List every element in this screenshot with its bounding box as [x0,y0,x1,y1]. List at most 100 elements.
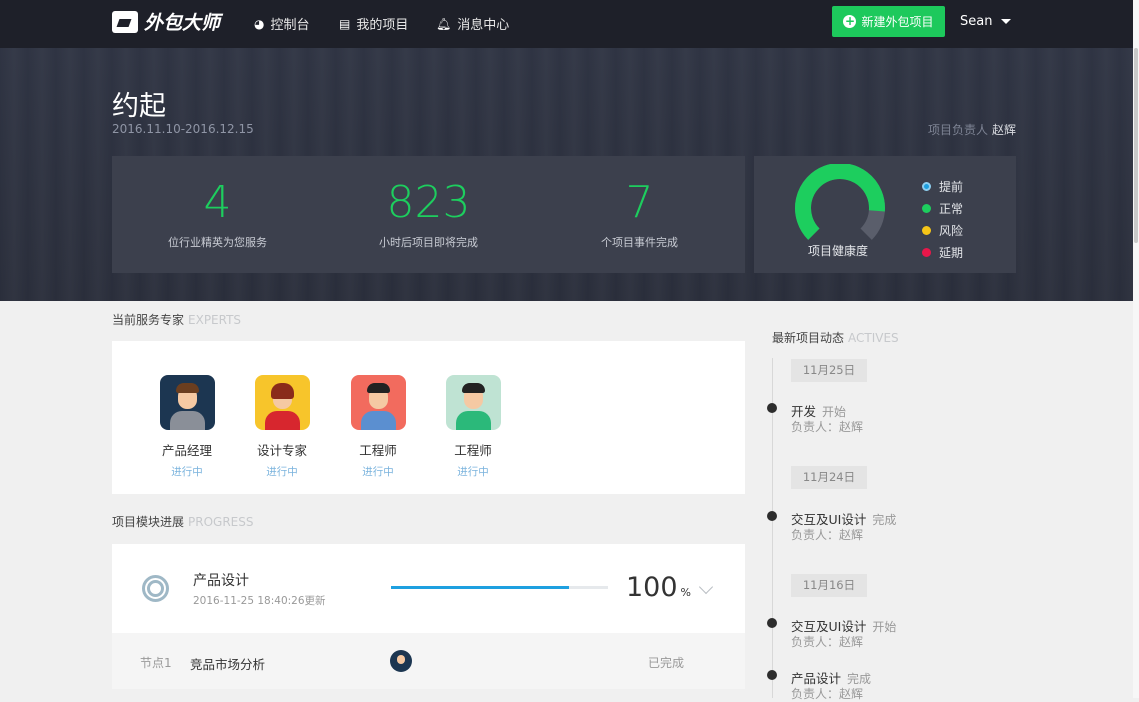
stat-events: 7 个项目事件完成 [534,176,745,250]
timeline-date: 11月25日 [791,359,867,382]
expert-card[interactable]: 设计专家 进行中 [242,375,322,479]
legend-item-normal: 正常 [922,197,963,219]
bell-icon: 🔔︎ [436,16,452,31]
event-name: 交互及UI设计 [791,512,867,527]
project-title: 约起 [112,91,166,122]
event-name: 产品设计 [791,671,842,686]
scrollbar-thumb[interactable] [1134,48,1138,243]
event-owner: 负责人：赵辉 [791,420,864,434]
legend-item-delay: 延期 [922,241,963,263]
project-date-range: 2016.11.10-2016.12.15 [112,122,254,136]
progress-section-title: 项目模块进展 PROGRESS [112,513,254,530]
avatar [254,375,310,430]
event-state: 开始 [822,405,847,419]
percent-value: 100 [626,572,678,603]
stat-hours: 823 小时后项目即将完成 [323,176,534,250]
nav-item-label: 我的项目 [356,18,409,33]
nav-item-dashboard[interactable]: ◕ 控制台 [254,14,310,34]
event-owner: 负责人：赵辉 [791,635,864,649]
health-legend: 提前 正常 风险 延期 [922,175,963,263]
top-navbar: 外包大师 ◕ 控制台 ▤ 我的项目 🔔︎ 消息中心 + 新建外包项目 Sean [0,0,1139,48]
dashboard-icon: ◕ [254,16,265,31]
event-state: 完成 [872,513,897,527]
legend-item-risk: 风险 [922,219,963,241]
avatar [390,650,412,672]
section-title-en: ACTIVES [848,331,899,345]
expert-card[interactable]: 产品经理 进行中 [147,375,227,479]
section-title-en: EXPERTS [188,313,242,327]
event-state: 完成 [847,672,872,686]
avatar [159,375,215,430]
health-label: 项目健康度 [808,244,869,258]
expert-card[interactable]: 工程师 进行中 [433,375,513,479]
expert-role: 设计专家 [256,443,307,458]
timeline-dot [767,670,777,680]
nav-item-messages[interactable]: 🔔︎ 消息中心 [436,14,510,34]
timeline-dot [767,618,777,628]
section-title-text: 最新项目动态 [772,331,845,345]
progress-bar-fill [391,586,569,589]
module-updated-time: 2016-11-25 18:40:26更新 [193,595,326,607]
module-progress-card[interactable]: 产品设计 2016-11-25 18:40:26更新 100% [112,544,745,633]
experts-section-title: 当前服务专家 EXPERTS [112,311,241,328]
expert-card[interactable]: 工程师 进行中 [338,375,418,479]
event-state: 开始 [872,620,897,634]
timeline-date: 11月16日 [791,574,867,597]
nav-item-my-projects[interactable]: ▤ 我的项目 [339,14,409,34]
expert-role: 工程师 [359,443,397,458]
legend-dot [922,181,931,191]
stat-value: 823 [386,177,471,228]
event-owner: 负责人：赵辉 [791,687,864,701]
legend-dot [922,225,931,235]
expert-role: 工程师 [454,443,492,458]
nav-item-label: 消息中心 [457,18,510,33]
section-title-text: 项目模块进展 [112,515,185,529]
node-status: 已完成 [648,656,685,670]
stat-label: 个项目事件完成 [601,236,678,249]
stat-label: 小时后项目即将完成 [379,236,478,249]
avatar [350,375,406,430]
nav-item-label: 控制台 [270,18,310,33]
chevron-down-icon[interactable] [698,579,714,595]
caret-down-icon [1001,19,1012,24]
node-index: 节点1 [140,656,172,670]
stats-panel: 4 位行业精英为您服务 823 小时后项目即将完成 7 个项目事件完成 [112,156,745,273]
legend-dot [922,203,931,213]
project-owner: 项目负责人 赵辉 [928,121,1016,138]
new-project-button[interactable]: + 新建外包项目 [832,6,945,37]
legend-label: 风险 [939,223,964,238]
health-gauge [795,164,885,240]
logo-text: 外包大师 [144,12,221,34]
legend-item-early: 提前 [922,175,963,197]
health-panel: 项目健康度 提前 正常 风险 延期 [754,156,1016,273]
legend-dot [922,247,931,257]
owner-name: 赵辉 [991,123,1016,137]
brand-logo[interactable]: 外包大师 [112,8,220,35]
list-icon: ▤ [339,16,351,31]
node-row[interactable]: 节点1 竞品市场分析 已完成 [112,633,745,689]
expert-status: 进行中 [171,466,203,478]
node-name: 竞品市场分析 [190,657,266,672]
project-header: 约起 2016.11.10-2016.12.15 项目负责人 赵辉 4 位行业精英… [0,48,1139,301]
legend-label: 延期 [939,245,964,260]
progress-percent: 100% [626,572,691,603]
page-scrollbar[interactable] [1133,0,1139,698]
progress-bar [391,586,608,589]
new-project-label: 新建外包项目 [861,15,934,29]
event-name: 交互及UI设计 [791,619,867,634]
plus-circle-icon: + [843,14,857,28]
target-icon [142,575,169,602]
expert-status: 进行中 [362,466,394,478]
stat-value: 7 [625,177,654,228]
event-name: 开发 [791,404,817,419]
stat-label: 位行业精英为您服务 [168,236,267,249]
stat-experts: 4 位行业精英为您服务 [112,176,323,250]
percent-unit: % [680,586,691,599]
logo-icon [112,10,138,33]
section-title-text: 当前服务专家 [112,313,185,327]
stat-value: 4 [203,177,232,228]
user-name: Sean [960,14,993,29]
user-menu[interactable]: Sean [960,14,1012,29]
expert-status: 进行中 [266,466,298,478]
expert-role: 产品经理 [161,443,212,458]
